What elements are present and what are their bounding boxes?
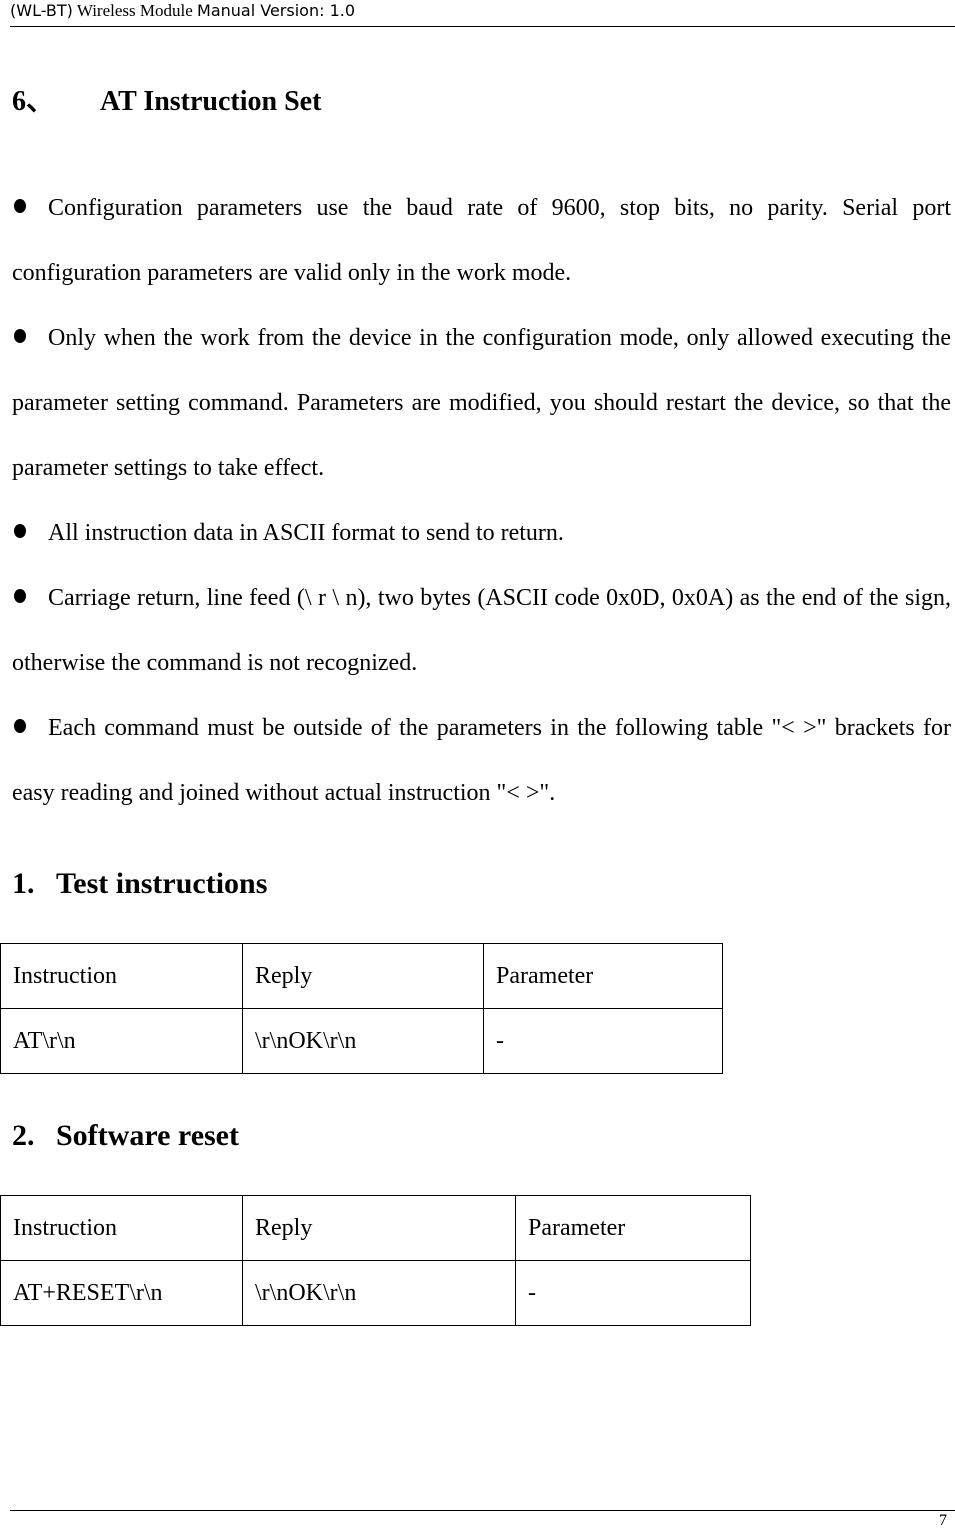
footer-divider bbox=[10, 1510, 955, 1511]
page-header: (WL-BT) Wireless Module Manual Version: … bbox=[10, 0, 955, 27]
bullet-item: Configuration parameters use the baud ra… bbox=[12, 195, 951, 286]
subsection-title: Test instructions bbox=[56, 867, 268, 900]
bullet-item: Carriage return, line feed (\ r \ n), tw… bbox=[12, 585, 951, 676]
section-number: 6、 bbox=[12, 86, 55, 117]
header-model: (WL-BT) bbox=[10, 1, 73, 20]
table-header-row: Instruction Reply Parameter bbox=[0, 1195, 751, 1261]
page-number: 7 bbox=[939, 1512, 947, 1529]
bullet-icon bbox=[14, 719, 26, 733]
table-cell: \r\nOK\r\n bbox=[242, 1008, 484, 1074]
table-cell: \r\nOK\r\n bbox=[242, 1260, 516, 1326]
subsection-heading: 2. Software reset bbox=[12, 1119, 239, 1152]
table-cell: - bbox=[515, 1260, 751, 1326]
subsection-heading: 1. Test instructions bbox=[12, 867, 268, 900]
header-manual-version: Manual Version: 1.0 bbox=[197, 1, 356, 20]
table-row: AT\r\n \r\nOK\r\n - bbox=[0, 1008, 723, 1074]
table-header-cell: Instruction bbox=[0, 943, 243, 1009]
software-reset-table: Instruction Reply Parameter AT+RESET\r\n… bbox=[0, 1195, 751, 1326]
subsection-title: Software reset bbox=[56, 1119, 239, 1152]
bullet-item: All instruction data in ASCII format to … bbox=[12, 501, 951, 566]
bullet-item: Only when the work from the device in th… bbox=[12, 325, 951, 481]
header-product: Wireless Module bbox=[76, 1, 193, 20]
table-cell: - bbox=[483, 1008, 723, 1074]
table-header-row: Instruction Reply Parameter bbox=[0, 943, 723, 1009]
section-title: AT Instruction Set bbox=[100, 86, 322, 117]
table-cell: AT+RESET\r\n bbox=[0, 1260, 243, 1326]
section-heading: 6、 AT Instruction Set bbox=[12, 84, 321, 120]
test-instructions-table: Instruction Reply Parameter AT\r\n \r\nO… bbox=[0, 943, 723, 1074]
table-header-cell: Reply bbox=[242, 1195, 516, 1261]
bullet-icon bbox=[14, 329, 26, 343]
table-header-cell: Parameter bbox=[483, 943, 723, 1009]
table-header-cell: Instruction bbox=[0, 1195, 243, 1261]
bullet-icon bbox=[14, 589, 26, 603]
table-cell: AT\r\n bbox=[0, 1008, 243, 1074]
bullet-icon bbox=[14, 199, 26, 213]
table-header-cell: Parameter bbox=[515, 1195, 751, 1261]
table-row: AT+RESET\r\n \r\nOK\r\n - bbox=[0, 1260, 751, 1326]
bullet-item: Each command must be outside of the para… bbox=[12, 715, 951, 806]
table-header-cell: Reply bbox=[242, 943, 484, 1009]
bullet-icon bbox=[14, 524, 26, 538]
